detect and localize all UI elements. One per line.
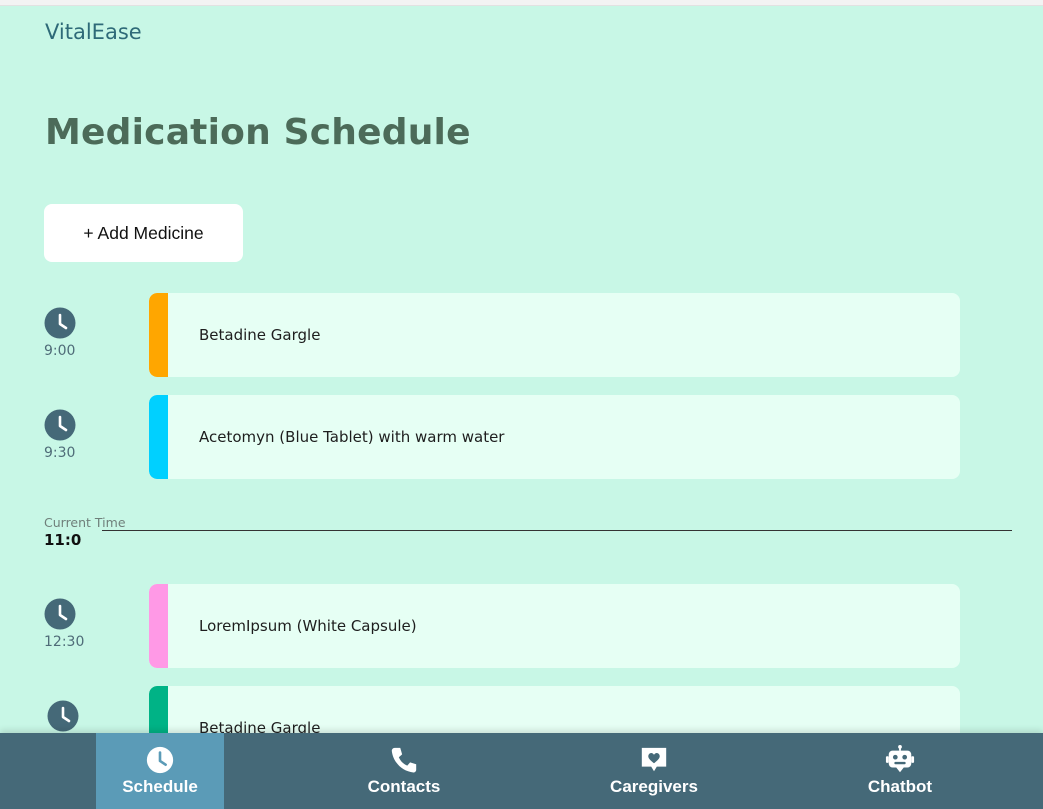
brand-logo-text[interactable]: VitalEase bbox=[45, 20, 142, 44]
nav-contacts-label: Contacts bbox=[367, 777, 441, 796]
current-time-label: Current Time bbox=[44, 515, 126, 530]
medicine-card[interactable]: LoremIpsum (White Capsule) bbox=[149, 584, 960, 668]
nav-chatbot[interactable]: Chatbot bbox=[836, 733, 964, 809]
medicine-name: LoremIpsum (White Capsule) bbox=[199, 617, 417, 635]
add-medicine-button[interactable]: + Add Medicine bbox=[44, 204, 243, 262]
page-title: Medication Schedule bbox=[45, 112, 471, 153]
clock-icon bbox=[146, 746, 174, 774]
time-column: 12:30 bbox=[44, 598, 84, 650]
clock-icon bbox=[44, 598, 76, 630]
phone-icon bbox=[391, 747, 417, 773]
nav-caregivers[interactable]: Caregivers bbox=[590, 733, 718, 809]
heart-chat-icon bbox=[641, 747, 667, 772]
current-time-value: 11:0 bbox=[44, 531, 82, 549]
current-time-line bbox=[102, 530, 1012, 531]
medicine-color-bar bbox=[149, 293, 168, 377]
nav-schedule[interactable]: Schedule bbox=[96, 733, 224, 809]
dose-time: 9:00 bbox=[44, 343, 76, 359]
top-strip bbox=[0, 0, 1043, 6]
nav-schedule-label: Schedule bbox=[122, 777, 198, 796]
clock-icon bbox=[47, 700, 79, 732]
nav-chatbot-label: Chatbot bbox=[867, 777, 933, 796]
dose-time: 9:30 bbox=[44, 445, 76, 461]
medicine-color-bar bbox=[149, 395, 168, 479]
nav-contacts[interactable]: Contacts bbox=[340, 733, 468, 809]
schedule-row: 9:00 Betadine Gargle bbox=[0, 293, 1043, 377]
robot-icon bbox=[885, 745, 915, 773]
clock-icon bbox=[44, 307, 76, 339]
current-time-marker: Current Time 11:0 bbox=[44, 515, 126, 549]
medicine-card[interactable]: Betadine Gargle bbox=[149, 293, 960, 377]
medicine-name: Betadine Gargle bbox=[199, 326, 321, 344]
schedule-row: 9:30 Acetomyn (Blue Tablet) with warm wa… bbox=[0, 395, 1043, 479]
time-column: 9:30 bbox=[44, 409, 84, 461]
medicine-color-bar bbox=[149, 584, 168, 668]
medicine-name: Acetomyn (Blue Tablet) with warm water bbox=[199, 428, 505, 446]
dose-time: 12:30 bbox=[44, 634, 85, 650]
schedule-row: 12:30 LoremIpsum (White Capsule) bbox=[0, 584, 1043, 668]
clock-icon bbox=[44, 409, 76, 441]
nav-caregivers-label: Caregivers bbox=[610, 777, 698, 796]
time-column: 9:00 bbox=[44, 307, 84, 359]
time-column bbox=[47, 700, 87, 736]
medicine-card[interactable]: Acetomyn (Blue Tablet) with warm water bbox=[149, 395, 960, 479]
bottom-nav: Schedule Contacts Caregivers Chatbot bbox=[0, 733, 1043, 809]
